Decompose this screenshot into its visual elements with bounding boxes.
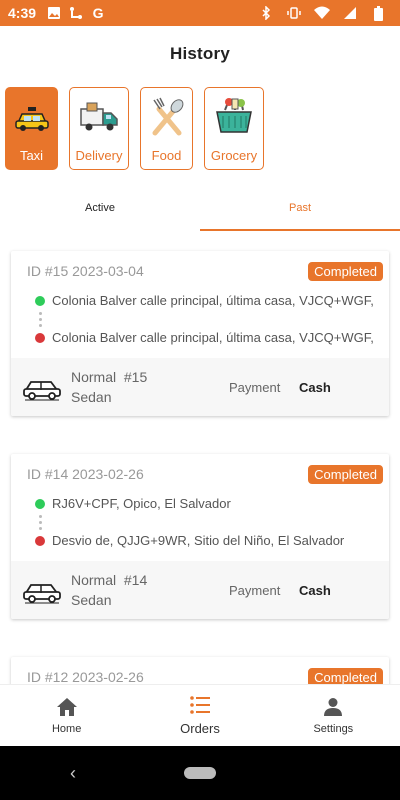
category-taxi[interactable]: Taxi bbox=[5, 87, 58, 170]
pickup-text: RJ6V+CPF, Opico, El Salvador bbox=[52, 496, 231, 511]
category-food[interactable]: Food bbox=[140, 87, 193, 170]
vehicle-info: Normal #14 Sedan bbox=[71, 570, 221, 610]
order-card[interactable]: ID #15 2023-03-04 Completed Colonia Balv… bbox=[11, 251, 389, 416]
nav-label: Home bbox=[51, 722, 82, 735]
payment-label: Payment bbox=[229, 582, 281, 598]
status-badge: Completed bbox=[308, 261, 383, 281]
pickup-dot-icon bbox=[35, 498, 45, 509]
nav-settings[interactable]: Settings bbox=[267, 685, 400, 746]
delivery-truck-icon bbox=[76, 94, 122, 140]
nav-home[interactable]: Home bbox=[0, 685, 133, 746]
payment-method: Cash bbox=[299, 379, 331, 395]
pickup-address: RJ6V+CPF, Opico, El Salvador bbox=[11, 496, 389, 511]
nav-orders[interactable]: Orders bbox=[133, 685, 266, 746]
category-label: Delivery bbox=[75, 148, 123, 163]
pickup-dot-icon bbox=[35, 295, 45, 306]
battery-icon bbox=[370, 5, 386, 21]
bottom-navigation: Home Orders Settings bbox=[0, 684, 400, 746]
order-card-footer: Normal #15 Sedan Payment Cash bbox=[11, 358, 389, 416]
category-grocery[interactable]: Grocery bbox=[204, 87, 264, 170]
google-icon: G bbox=[92, 5, 104, 21]
status-time: 4:39 bbox=[8, 5, 37, 21]
home-icon bbox=[56, 697, 77, 716]
taxi-icon bbox=[9, 94, 55, 140]
category-delivery[interactable]: Delivery bbox=[69, 87, 129, 170]
wifi-icon bbox=[314, 5, 330, 21]
category-selector: Taxi Delivery Food Grocery bbox=[5, 87, 264, 170]
sedan-car-icon bbox=[23, 381, 61, 401]
status-bar: 4:39 G bbox=[0, 0, 400, 26]
payment-method: Cash bbox=[299, 582, 331, 598]
order-card[interactable]: ID #14 2023-02-26 Completed RJ6V+CPF, Op… bbox=[11, 454, 389, 619]
dropoff-address: Desvio de, QJJG+9WR, Sitio del Niño, El … bbox=[11, 533, 389, 548]
list-icon bbox=[190, 696, 210, 714]
bluetooth-icon bbox=[258, 5, 274, 21]
grocery-basket-icon bbox=[211, 94, 257, 140]
order-card-header: ID #12 2023-02-26 Completed bbox=[11, 657, 389, 684]
home-pill-icon[interactable] bbox=[184, 767, 216, 779]
status-badge: Completed bbox=[308, 464, 383, 484]
nav-label: Orders bbox=[180, 721, 220, 736]
status-badge: Completed bbox=[308, 667, 383, 684]
orders-list: ID #15 2023-03-04 Completed Colonia Balv… bbox=[0, 243, 400, 684]
category-label: Grocery bbox=[210, 148, 258, 163]
order-id: ID #15 2023-03-04 bbox=[27, 263, 144, 279]
nav-label: Settings bbox=[313, 722, 354, 735]
order-id: ID #14 2023-02-26 bbox=[27, 466, 144, 482]
order-card-header: ID #14 2023-02-26 Completed bbox=[11, 454, 389, 484]
pickup-text: Colonia Balver calle principal, última c… bbox=[52, 293, 374, 308]
route-icon bbox=[68, 5, 84, 21]
dropoff-dot-icon bbox=[35, 332, 45, 343]
dropoff-dot-icon bbox=[35, 535, 45, 546]
history-tabs: Active Past bbox=[0, 185, 400, 231]
order-id: ID #12 2023-02-26 bbox=[27, 669, 144, 684]
vehicle-type: Sedan bbox=[71, 389, 112, 405]
sedan-car-icon bbox=[23, 584, 61, 604]
route-dots bbox=[11, 308, 389, 330]
order-card-footer: Normal #14 Sedan Payment Cash bbox=[11, 561, 389, 619]
category-label: Taxi bbox=[19, 148, 44, 163]
payment-label: Payment bbox=[229, 379, 281, 395]
page-title: History bbox=[170, 44, 230, 63]
tab-past[interactable]: Past bbox=[200, 185, 400, 231]
order-card-header: ID #15 2023-03-04 Completed bbox=[11, 251, 389, 281]
back-chevron-icon[interactable]: ‹ bbox=[70, 763, 76, 784]
vehicle-type: Sedan bbox=[71, 592, 112, 608]
vibrate-icon bbox=[286, 5, 302, 21]
dropoff-text: Desvio de, QJJG+9WR, Sitio del Niño, El … bbox=[52, 533, 345, 548]
person-icon bbox=[324, 697, 343, 716]
vehicle-info: Normal #15 Sedan bbox=[71, 367, 221, 407]
system-navigation-bar: ‹ bbox=[0, 746, 400, 800]
image-icon bbox=[46, 5, 62, 21]
order-card[interactable]: ID #12 2023-02-26 Completed bbox=[11, 657, 389, 684]
pickup-address: Colonia Balver calle principal, última c… bbox=[11, 293, 389, 308]
food-utensils-icon bbox=[144, 94, 190, 140]
tab-active[interactable]: Active bbox=[0, 185, 200, 231]
category-label: Food bbox=[151, 148, 182, 163]
route-dots bbox=[11, 511, 389, 533]
service-type: Normal #15 bbox=[71, 369, 148, 385]
service-type: Normal #14 bbox=[71, 572, 148, 588]
app-header: History bbox=[0, 26, 400, 82]
dropoff-address: Colonia Balver calle principal, última c… bbox=[11, 330, 389, 345]
signal-icon bbox=[342, 5, 358, 21]
dropoff-text: Colonia Balver calle principal, última c… bbox=[52, 330, 374, 345]
